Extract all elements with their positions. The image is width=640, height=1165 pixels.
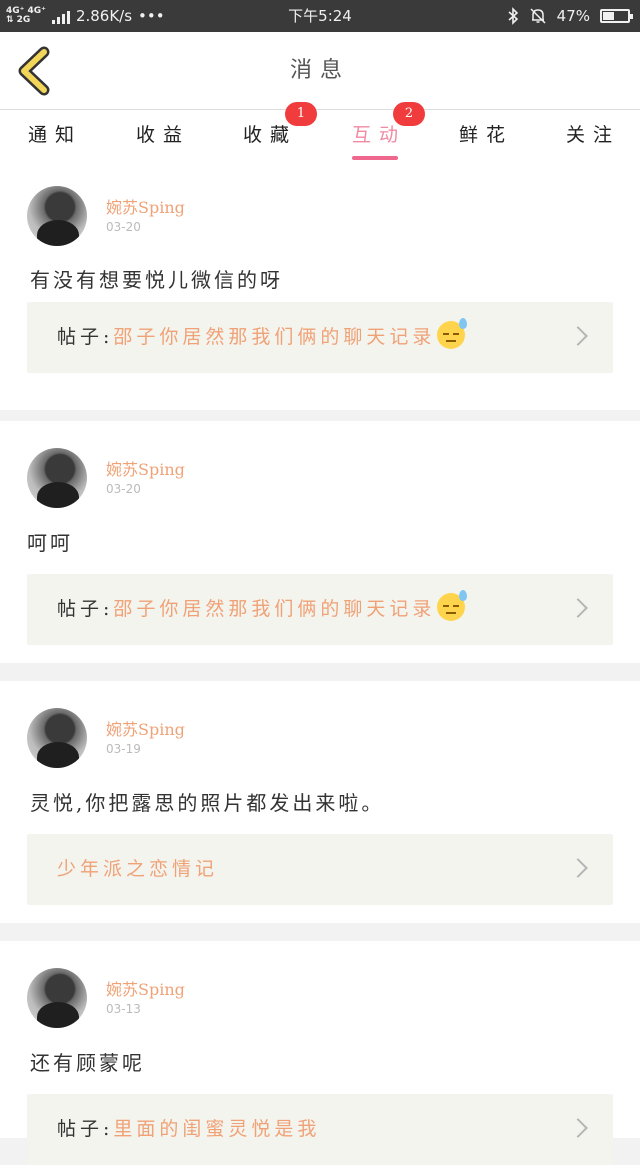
post-prefix: 帖子: (57, 598, 114, 620)
username[interactable]: 婉苏Sping (106, 194, 185, 218)
message-text: 灵悦,你把露思的照片都发出来啦。 (30, 791, 385, 815)
timestamp: 03-13 (106, 1002, 141, 1016)
feed-item[interactable]: 婉苏Sping 03-19 灵悦,你把露思的照片都发出来啦。 少年派之恋情记 (0, 681, 640, 923)
chevron-right-icon (568, 1118, 588, 1138)
favorites-badge: 1 (285, 102, 317, 126)
post-title: 少年派之恋情记 (57, 858, 219, 880)
tab-following[interactable]: 关注 (566, 120, 620, 160)
battery-percent: 47% (556, 7, 590, 25)
post-prefix: 帖子: (57, 1118, 114, 1140)
interactions-badge: 2 (393, 102, 425, 126)
message-text: 呵呵 (27, 531, 73, 555)
status-right: 47% (507, 0, 633, 32)
tab-label: 关注 (566, 124, 621, 146)
tab-label: 鲜花 (459, 124, 514, 146)
post-reference[interactable]: 少年派之恋情记 (27, 834, 613, 905)
tab-label: 收藏 (243, 124, 298, 146)
message-text: 还有顾蒙呢 (30, 1051, 145, 1075)
timestamp: 03-20 (106, 482, 141, 496)
username: 婉苏Sping (106, 980, 185, 999)
tab-label: 互动 (352, 124, 407, 146)
avatar[interactable] (27, 448, 87, 508)
post-reference-text: 帖子:邵子你居然那我们俩的聊天记录 (57, 574, 468, 645)
post-reference[interactable]: 帖子:邵子你居然那我们俩的聊天记录 (27, 574, 613, 645)
tab-label: 通知 (28, 124, 83, 146)
downcast-sweat-emoji-icon (437, 590, 468, 621)
message-text: 有没有想要悦儿微信的呀 (30, 268, 283, 292)
status-bar: 4G⁺ 4G⁺ ⇅ 2G 2.86K/s ••• 下午5:24 47% (0, 0, 640, 32)
username: 婉苏Sping (106, 460, 185, 479)
post-reference[interactable]: 帖子:邵子你居然那我们俩的聊天记录 (27, 302, 613, 373)
active-tab-indicator (352, 156, 399, 160)
battery-level (603, 12, 614, 20)
post-reference-text: 少年派之恋情记 (57, 834, 218, 905)
post-title: 邵子你居然那我们俩的聊天记录 (113, 598, 436, 620)
tab-flowers[interactable]: 鲜花 (459, 120, 513, 160)
chevron-right-icon (568, 858, 588, 878)
downcast-sweat-emoji-icon (437, 318, 468, 349)
avatar[interactable] (27, 968, 87, 1028)
feed-item[interactable]: 婉苏Sping 03-20 有没有想要悦儿微信的呀 帖子:邵子你居然那我们俩的聊… (0, 168, 640, 410)
avatar[interactable] (27, 186, 87, 246)
chevron-right-icon (568, 326, 588, 346)
post-reference-text: 帖子:邵子你居然那我们俩的聊天记录 (57, 302, 468, 373)
tab-label: 收益 (136, 124, 191, 146)
battery-icon (600, 9, 633, 23)
username: 婉苏Sping (106, 720, 185, 739)
post-reference[interactable]: 帖子:里面的闺蜜灵悦是我 (27, 1094, 613, 1165)
chevron-right-icon (568, 598, 588, 618)
post-title: 里面的闺蜜灵悦是我 (113, 1118, 321, 1140)
post-reference-text: 帖子:里面的闺蜜灵悦是我 (57, 1094, 320, 1165)
tab-earnings[interactable]: 收益 (136, 120, 190, 160)
page-title: 消息 (289, 58, 350, 83)
feed-item[interactable]: 婉苏Sping 03-20 呵呵 帖子:邵子你居然那我们俩的聊天记录 (0, 421, 640, 663)
tab-favorites[interactable]: 收藏 1 (243, 102, 317, 160)
bell-off-icon (530, 8, 546, 24)
post-title: 邵子你居然那我们俩的聊天记录 (113, 326, 436, 348)
timestamp: 03-19 (106, 742, 141, 756)
post-prefix: 帖子: (57, 326, 114, 348)
timestamp: 03-20 (106, 220, 141, 234)
tab-notifications[interactable]: 通知 (28, 120, 82, 160)
tab-interactions[interactable]: 互动 2 (352, 102, 425, 160)
avatar[interactable] (27, 708, 87, 768)
bluetooth-icon (508, 7, 518, 25)
app-header: 消息 (0, 32, 640, 110)
feed-item[interactable]: 婉苏Sping 03-13 还有顾蒙呢 帖子:里面的闺蜜灵悦是我 (0, 941, 640, 1165)
tab-bar: 通知 收益 收藏 1 互动 2 鲜花 关注 (0, 102, 640, 168)
